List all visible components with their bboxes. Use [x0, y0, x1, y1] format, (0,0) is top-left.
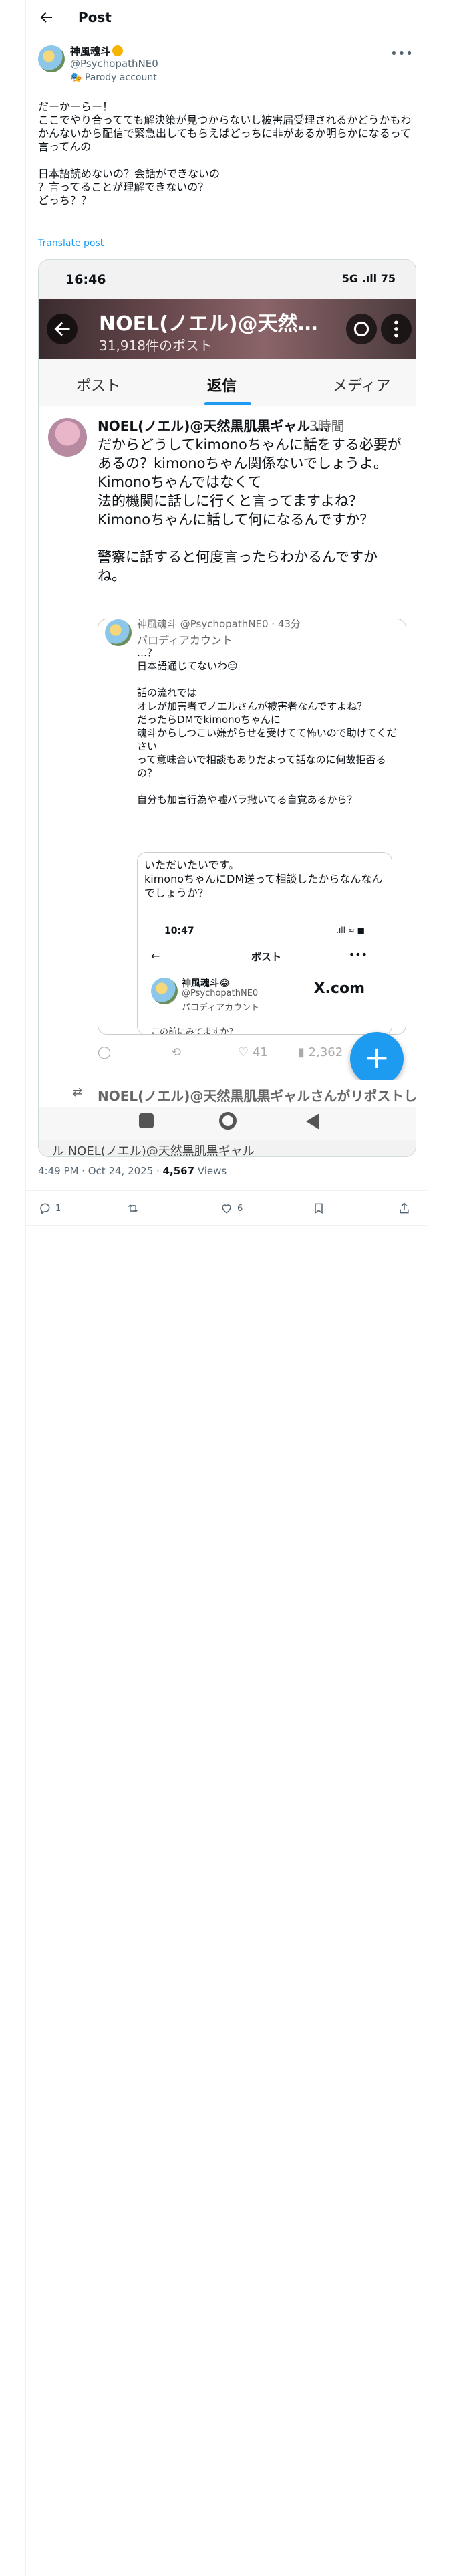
tab-replies: 返信 [207, 378, 237, 395]
bookmark-icon [315, 1203, 323, 1214]
nested-text: いただいたいです。 kimonoちゃんにDM送って相談したからなんなんでしょうか… [144, 859, 383, 899]
author-name-text: 神風魂斗 [70, 45, 111, 58]
nested-handle: @PsychopathNE0 [182, 988, 259, 998]
recent-apps-icon [139, 1113, 154, 1128]
nested-name: 神風魂斗😂 [182, 978, 231, 989]
quoted-post: 神風魂斗 @PsychopathNE0 · 43分 パロディアカウント …？ 日… [98, 619, 406, 1035]
nested-footer-text: この前にみてますか? [151, 1027, 234, 1035]
like-count: 6 [237, 1203, 243, 1214]
banner-title: NOEL(ノエル)@天然… [99, 312, 318, 336]
author-name[interactable]: 神風魂斗 [70, 44, 124, 58]
kebab-menu-icon [381, 314, 412, 344]
active-tab-indicator [204, 402, 251, 405]
repost-indicator: ⇄ NOEL(ノエル)@天然黒肌黒ギャルさんがリポストしま [39, 1080, 416, 1107]
nested-avatar [151, 978, 178, 1004]
reply-like-icon: ♡ 41 [238, 1045, 268, 1059]
parody-text: Parody account [84, 72, 157, 83]
reply-views-count: 2,362 [308, 1045, 343, 1059]
parody-label: 🎭 Parody account [70, 72, 157, 83]
phone-status-bar: 16:46 5G .ıll 75 [39, 260, 416, 299]
quoted-avatar [105, 619, 132, 646]
reply-text: だからどうしてkimonoちゃんに話をする必要があるの？kimonoちゃん関係な… [98, 437, 402, 584]
attached-image[interactable]: 16:46 5G .ıll 75 NOEL(ノエル)@天然… 31,918件のポ… [38, 259, 416, 1157]
banner-back-icon [47, 314, 78, 344]
avatar[interactable] [38, 45, 65, 72]
reply-count: 1 [55, 1203, 61, 1214]
share-button[interactable] [398, 1202, 411, 1215]
banner-subtitle: 31,918件のポスト [99, 338, 212, 354]
repost-text: NOEL(ノエル)@天然黒肌黒ギャルさんがリポストしま [98, 1088, 416, 1104]
repost-icon [128, 1204, 138, 1213]
compose-fab-icon: + [350, 1032, 404, 1085]
xcom-brand: X.com [313, 980, 365, 997]
status-indicators: 5G .ıll 75 [341, 272, 396, 285]
views-count: 4,567 [162, 1165, 195, 1177]
like-button[interactable]: 6 [220, 1202, 243, 1215]
repost-small-icon: ⇄ [72, 1085, 83, 1099]
nested-status-indicators: .ıll ≈ ■ [336, 926, 365, 935]
top-bar: Post [26, 0, 427, 35]
reply-avatar [48, 418, 87, 457]
reply-views-icon: ▮ 2,362 [298, 1045, 343, 1059]
nav-back-icon [306, 1113, 319, 1130]
nested-parody: パロディアカウント [182, 1003, 260, 1013]
status-time: 16:46 [65, 272, 106, 287]
post-text: だーかーらー！ ここでやり合ってても解決策が見つからないし被害届受理されるかどう… [38, 100, 412, 207]
nested-status-time: 10:47 [164, 926, 194, 936]
refresh-icon [346, 314, 377, 344]
quoted-parody-label: パロディアカウント [137, 634, 233, 647]
android-nav-bar [39, 1107, 416, 1140]
profile-tabs: ポスト 返信 メディア [39, 359, 416, 407]
reply-like-count: 41 [252, 1045, 268, 1059]
repost-button[interactable] [126, 1202, 140, 1215]
main-column: Post 神風魂斗 @PsychopathNE0 🎭 Parody accoun… [25, 0, 427, 2576]
reply-button[interactable]: 1 [38, 1202, 61, 1215]
page-title: Post [78, 9, 112, 25]
profile-banner: NOEL(ノエル)@天然… 31,918件のポスト [39, 299, 416, 359]
translate-link[interactable]: Translate post [38, 238, 104, 249]
author-handle[interactable]: @PsychopathNE0 [70, 58, 158, 70]
reply-comment-icon: ◯ [98, 1045, 112, 1059]
mask-icon: 🎭 [70, 72, 85, 83]
nested-back-icon: ← [151, 950, 160, 962]
quoted-handle: 神風魂斗 @PsychopathNE0 · 43分 [137, 619, 301, 630]
post-timestamp[interactable]: 4:49 PM · Oct 24, 2025 [38, 1165, 153, 1177]
reply-post: NOEL(ノエル)@天然黒肌黒ギャル … · 3時間 だからどうしてkimono… [39, 406, 416, 1085]
nested-quoted-post: いただいたいです。 kimonoちゃんにDM送って相談したからなんなんでしょうか… [137, 852, 392, 1035]
reply-repost-icon: ⟲ [171, 1045, 182, 1059]
post-actions: 1 6 [26, 1192, 427, 1224]
views-label: Views [197, 1165, 227, 1177]
tab-media: メディア [333, 378, 391, 395]
post-meta: 4:49 PM · Oct 24, 2025 · 4,567 Views [38, 1165, 227, 1177]
cut-off-text: ル NOEL(ノエル)@天然黒肌黒ギャル [52, 1144, 255, 1157]
quoted-text: …？ 日本語通じてないわ😑 話の流れでは オレが加害者でノエルさんが被害者なんで… [137, 647, 397, 806]
reply-time: · 3時間 [301, 418, 345, 434]
reply-author-name: NOEL(ノエル)@天然黒肌黒ギャル … [98, 418, 329, 434]
reply-icon [40, 1203, 50, 1214]
verified-badge-icon [112, 45, 124, 56]
more-options-icon[interactable]: ••• [390, 47, 414, 61]
nested-screenshot: 10:47 .ıll ≈ ■ ← ポスト ••• 神風魂斗😂 @Psychopa… [138, 920, 392, 1035]
divider [26, 1190, 427, 1191]
divider [26, 1225, 427, 1226]
nested-more-icon: ••• [348, 948, 367, 961]
bookmark-button[interactable] [312, 1202, 325, 1215]
home-icon [219, 1112, 237, 1130]
back-arrow-icon[interactable] [38, 9, 54, 25]
heart-icon [222, 1204, 231, 1214]
share-icon [400, 1202, 409, 1214]
nested-title: ポスト [251, 951, 282, 963]
tab-posts: ポスト [76, 378, 121, 395]
